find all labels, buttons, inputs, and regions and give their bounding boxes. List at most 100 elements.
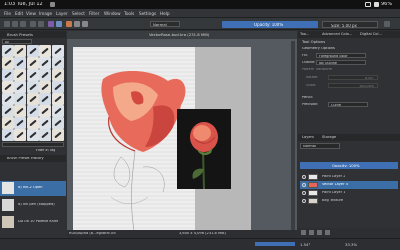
tab-advanced-color[interactable]: Advanced Colo... [322, 31, 352, 38]
scale-field[interactable]: 100.00% [328, 83, 378, 88]
brush-preset-thumbnail[interactable] [51, 129, 64, 141]
brush-preset-thumbnail[interactable] [2, 129, 14, 141]
canvas-vertical-scrollbar[interactable] [291, 41, 295, 231]
brush-preset-thumbnail[interactable] [26, 105, 39, 117]
canvas-page[interactable] [73, 47, 251, 239]
brush-preset-thumbnail[interactable] [14, 81, 27, 93]
brush-preset-thumbnail[interactable] [51, 81, 64, 93]
visibility-eye-icon[interactable] [302, 183, 306, 187]
brush-preset-thumbnail[interactable] [2, 45, 14, 57]
gradient-icon[interactable] [48, 21, 54, 27]
brush-preset-thumbnail[interactable] [26, 117, 39, 129]
brush-preset-thumbnail[interactable] [14, 45, 27, 57]
eraser-toggle-icon[interactable] [82, 21, 88, 27]
brush-preset-thumbnail[interactable] [26, 45, 39, 57]
tab-storage[interactable]: Storage [322, 134, 336, 141]
layer-row[interactable]: Paint Layer 1 [300, 189, 398, 197]
brush-preset-thumbnail[interactable] [51, 69, 64, 81]
open-document-icon[interactable] [12, 21, 18, 27]
brush-preset-thumbnail[interactable] [51, 57, 64, 69]
opacity-slider[interactable]: Opacity: 100% [222, 21, 318, 28]
brush-preset-thumbnail[interactable] [2, 105, 14, 117]
menu-edit[interactable]: Edit [15, 11, 23, 16]
brush-preset-thumbnail[interactable] [39, 105, 52, 117]
layer-row[interactable]: Bkg Texture [300, 197, 398, 205]
save-icon[interactable] [20, 21, 26, 27]
duplicate-layer-icon[interactable] [309, 230, 314, 235]
layer-opacity-slider[interactable]: Opacity: 100% [300, 162, 398, 169]
move-layer-up-icon[interactable] [317, 230, 322, 235]
brush-preset-thumbnail[interactable] [39, 81, 52, 93]
brush-preset-thumbnail[interactable] [51, 117, 64, 129]
history-item-2[interactable]: d) Ink pen (stopped) [18, 203, 55, 207]
brush-preset-thumbnail[interactable] [26, 69, 39, 81]
mirror-icon[interactable] [384, 21, 390, 27]
outline-select[interactable]: No Outline [316, 60, 366, 65]
tag-select[interactable]: All [2, 39, 32, 44]
new-document-icon[interactable] [4, 21, 10, 27]
zoom-slider[interactable] [255, 242, 295, 246]
layer-row[interactable]: Paint Layer 2 [300, 173, 398, 181]
brush-preset-thumbnail[interactable] [39, 93, 52, 105]
layer-blend-mode-select[interactable]: Normal [300, 143, 340, 149]
document-tab[interactable]: VectorRose-bud.kra (231.8 MiB) [67, 31, 297, 39]
brush-preset-thumbnail[interactable] [51, 105, 64, 117]
brush-preset-thumbnail[interactable] [14, 129, 27, 141]
brush-preset-thumbnail[interactable] [39, 129, 52, 141]
size-slider[interactable]: Size: 5.00 px [322, 21, 378, 28]
layer-row-selected[interactable]: Vector Layer 4 [300, 181, 398, 189]
brush-preset-thumbnail[interactable] [2, 81, 14, 93]
brush-preset-thumbnail[interactable] [14, 105, 27, 117]
brush-preset-thumbnail[interactable] [26, 57, 39, 69]
blend-mode-select[interactable]: Normal [150, 21, 180, 27]
tab-layers[interactable]: Layers [302, 134, 314, 141]
menu-window[interactable]: Window [104, 11, 121, 16]
brush-preset-thumbnail[interactable] [39, 45, 52, 57]
undo-icon[interactable] [30, 21, 36, 27]
menu-filter[interactable]: Filter [89, 11, 99, 16]
brush-preset-thumbnail[interactable] [14, 93, 27, 105]
brush-preset-thumbnail[interactable] [14, 57, 27, 69]
menu-settings[interactable]: Settings [139, 11, 156, 16]
menu-select[interactable]: Select [72, 11, 85, 16]
redo-icon[interactable] [38, 21, 44, 27]
menu-image[interactable]: Image [39, 11, 52, 16]
menu-file[interactable]: File [4, 11, 11, 16]
brush-preset-thumbnail[interactable] [26, 129, 39, 141]
brush-preset-thumbnail[interactable] [2, 93, 14, 105]
brush-preset-thumbnail[interactable] [2, 69, 14, 81]
brush-preset-icon[interactable] [66, 21, 72, 27]
menu-layer[interactable]: Layer [56, 11, 68, 16]
rotate-field[interactable]: 0.00° [328, 75, 378, 80]
brush-preset-thumbnail[interactable] [26, 81, 39, 93]
brush-preset-thumbnail[interactable] [51, 93, 64, 105]
menu-help[interactable]: Help [160, 11, 170, 16]
brush-preset-thumbnail[interactable] [39, 69, 52, 81]
pattern-icon[interactable] [56, 21, 62, 27]
brush-preset-thumbnail[interactable] [39, 117, 52, 129]
fill-select[interactable]: Foreground color [316, 53, 366, 58]
reference-photo[interactable] [177, 109, 231, 190]
brush-preset-thumbnail[interactable] [2, 57, 14, 69]
brush-preset-thumbnail[interactable] [26, 93, 39, 105]
visibility-eye-icon[interactable] [302, 199, 306, 203]
brush-settings-icon[interactable] [74, 21, 80, 27]
menu-tools[interactable]: Tools [124, 11, 134, 16]
brush-preset-thumbnail[interactable] [2, 117, 14, 129]
history-item-1[interactable]: d) Ink-2 Open [18, 186, 43, 190]
menu-view[interactable]: View [26, 11, 36, 16]
delete-layer-icon[interactable] [325, 230, 330, 235]
tab-tool-options[interactable]: Too... [300, 31, 309, 38]
visibility-eye-icon[interactable] [302, 175, 306, 179]
add-layer-icon[interactable] [301, 230, 306, 235]
tab-digital-color[interactable]: Digital Col... [360, 31, 382, 38]
filter-in-tag-label[interactable]: Filter in Tag [36, 149, 55, 152]
brush-preset-thumbnail[interactable] [14, 69, 27, 81]
brush-search-input[interactable] [2, 142, 64, 147]
visibility-eye-icon[interactable] [302, 191, 306, 195]
history-item-3[interactable]: DA 06 10 Palette Knife [18, 220, 58, 224]
brush-preset-thumbnail[interactable] [39, 57, 52, 69]
precision-select[interactable]: Curve [328, 102, 368, 107]
brush-preset-thumbnail[interactable] [14, 117, 27, 129]
brush-preset-thumbnail[interactable] [51, 45, 64, 57]
